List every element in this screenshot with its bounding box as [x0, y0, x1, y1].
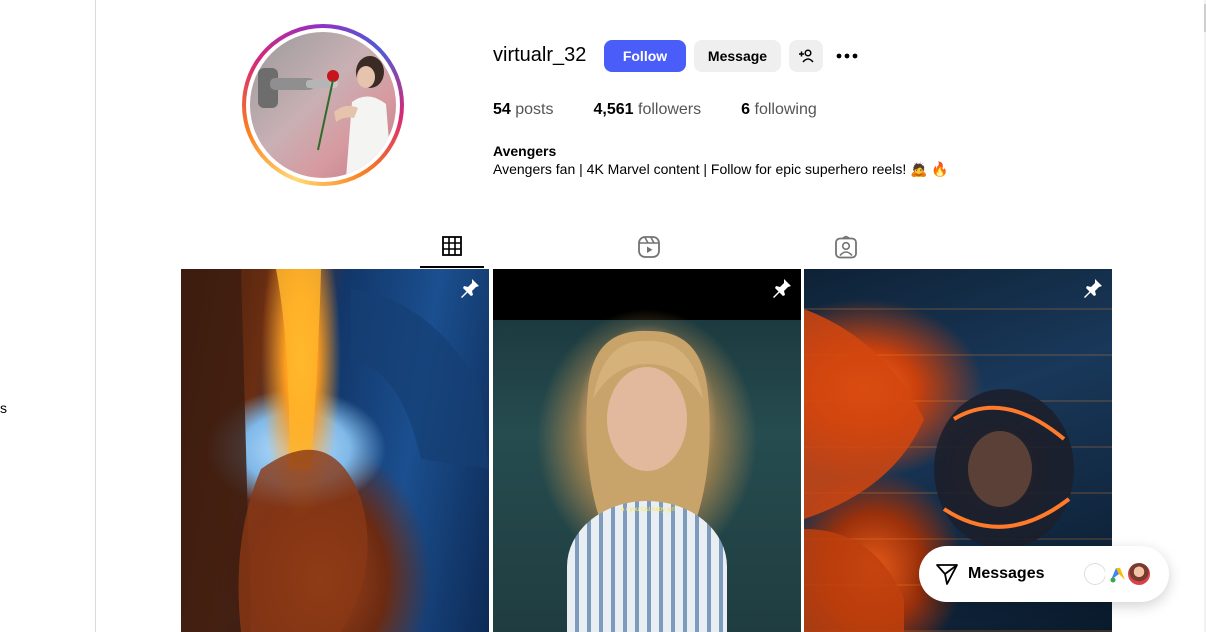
profile-tabs [181, 226, 1111, 268]
following-label: following [754, 101, 817, 118]
profile-avatar-story-ring[interactable] [242, 24, 404, 186]
sidebar-item-label[interactable]: s [0, 400, 7, 416]
avatar [1126, 561, 1152, 587]
suggest-similar-button[interactable] [789, 40, 823, 72]
post-image-detail [567, 501, 727, 632]
avatar-image [258, 56, 392, 178]
followers-count: 4,561 [593, 101, 634, 118]
pinned-post-icon [460, 278, 480, 303]
bio-text: Avengers fan | 4K Marvel content | Follo… [493, 161, 949, 177]
tab-tagged[interactable] [814, 226, 878, 268]
following-count: 6 [741, 101, 751, 118]
post-thumbnail-image [181, 269, 489, 632]
add-user-icon [799, 49, 814, 63]
post-tile[interactable] [181, 269, 489, 632]
tab-reels[interactable] [617, 226, 681, 268]
message-button[interactable]: Message [694, 40, 781, 72]
follow-button[interactable]: Follow [604, 40, 686, 72]
bio-display-name: Avengers [493, 143, 557, 159]
avatar [250, 32, 396, 178]
grid-icon [442, 236, 462, 256]
more-options-button[interactable] [833, 40, 861, 72]
posts-label: posts [515, 101, 554, 118]
tagged-icon [835, 235, 857, 259]
tab-posts[interactable] [420, 226, 484, 268]
profile-username: virtualr_32 [493, 44, 587, 66]
send-icon [935, 562, 959, 591]
profile-stats: 54 posts 4,561 followers 6 following [493, 101, 857, 119]
followers-label: followers [638, 101, 702, 118]
messages-label: Messages [968, 565, 1045, 582]
following-stat[interactable]: 6 following [741, 101, 817, 119]
more-dots-icon [836, 53, 858, 59]
post-caption-overlay: a r you lost baby girl [621, 507, 675, 513]
left-sidebar: s [0, 0, 96, 632]
post-tile[interactable]: a r you lost baby girl [493, 269, 801, 632]
pinned-post-icon [1083, 278, 1103, 303]
reels-icon [638, 236, 660, 258]
followers-stat[interactable]: 4,561 followers [594, 101, 702, 119]
pinned-post-icon [772, 278, 792, 303]
posts-count: 54 [493, 101, 511, 118]
posts-stat: 54 posts [493, 101, 554, 119]
messages-widget[interactable]: Messages [919, 546, 1169, 602]
